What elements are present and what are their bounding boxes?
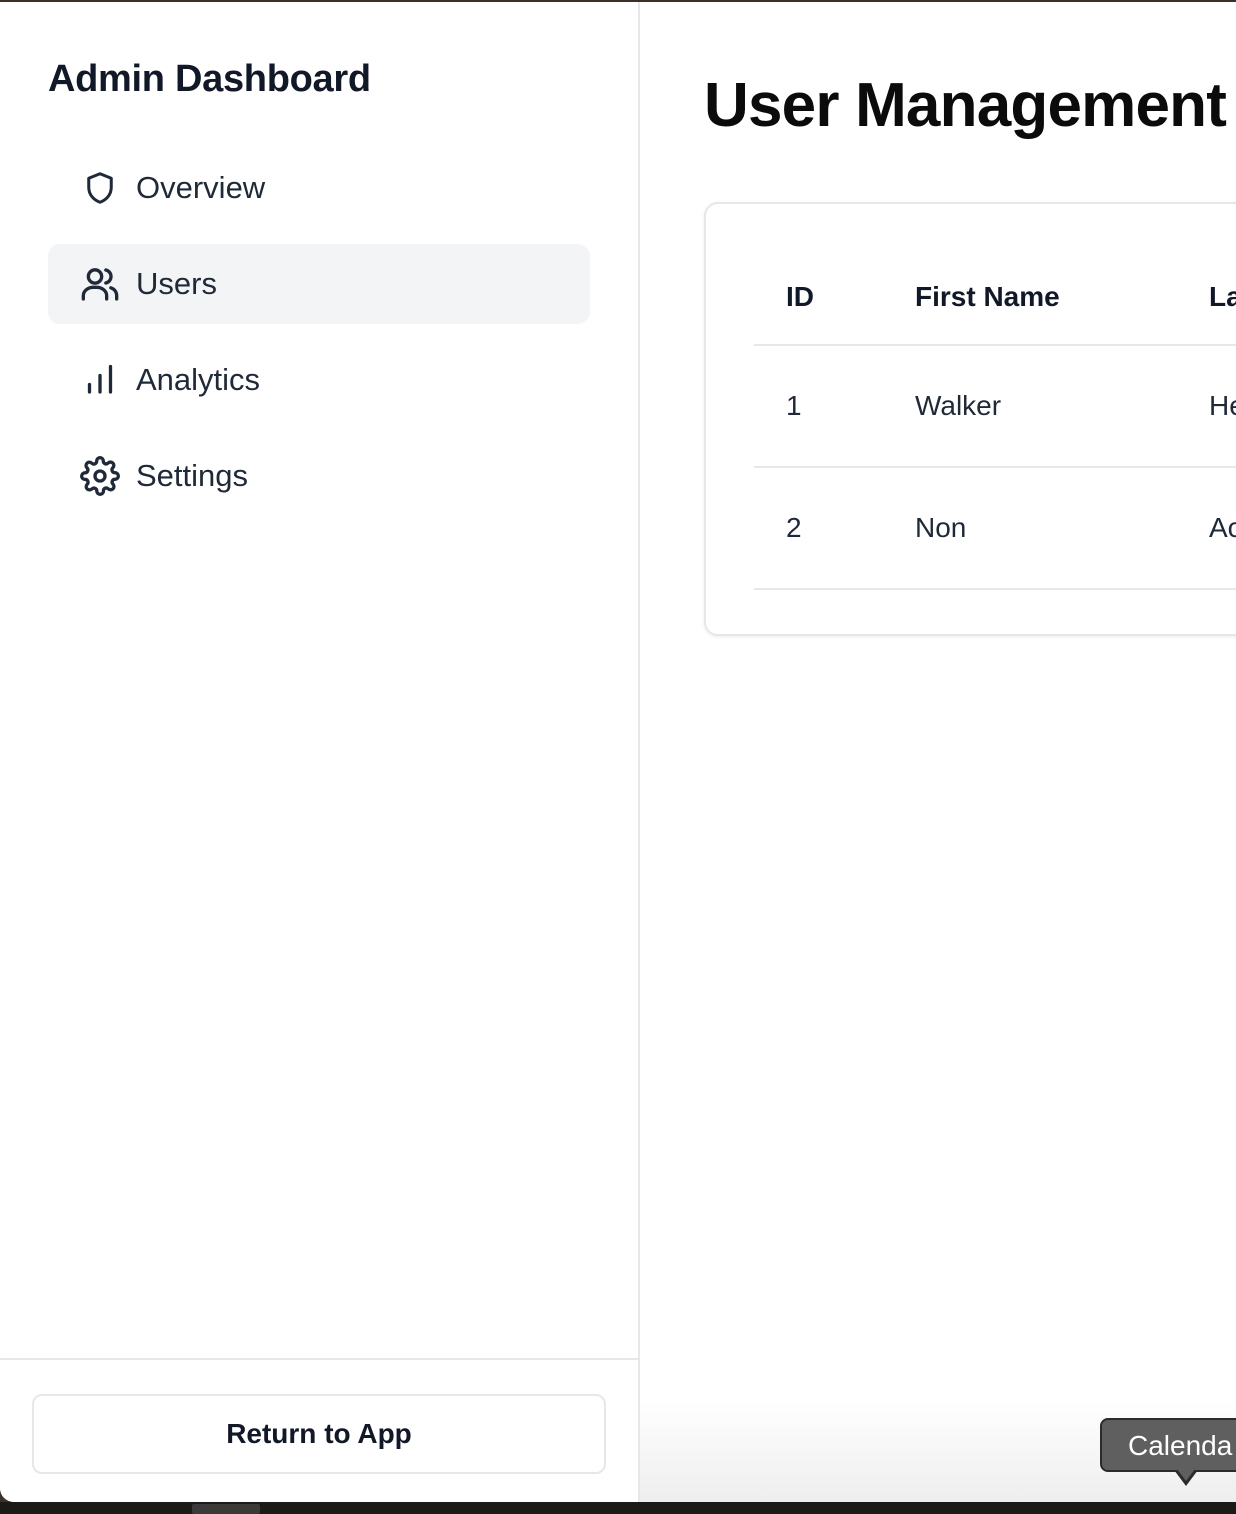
- column-header-last-name[interactable]: La: [1177, 250, 1236, 346]
- bar-chart-icon: [80, 360, 120, 400]
- cell-last-name: Ac: [1177, 467, 1236, 590]
- sidebar-item-label: Analytics: [136, 362, 261, 397]
- users-table: ID First Name La 1 Walker He 2 Non Ac: [754, 250, 1236, 590]
- sidebar: Admin Dashboard Overview Users Analytics…: [0, 2, 640, 1502]
- cell-first-name: Walker: [883, 345, 1177, 468]
- cell-id: 2: [754, 467, 883, 590]
- sidebar-item-label: Users: [136, 266, 217, 301]
- cell-first-name: Non: [883, 467, 1177, 590]
- sidebar-nav: Overview Users Analytics Settings: [48, 148, 590, 532]
- dock-item[interactable]: [192, 1504, 260, 1514]
- tooltip-arrow-fill: [1177, 1469, 1195, 1481]
- sidebar-item-users[interactable]: Users: [48, 244, 590, 324]
- sidebar-item-overview[interactable]: Overview: [48, 148, 590, 228]
- users-table-card: ID First Name La 1 Walker He 2 Non Ac: [704, 202, 1236, 636]
- dock-strip: [0, 1502, 1236, 1514]
- dock-tooltip: Calenda: [1100, 1418, 1236, 1472]
- column-header-id[interactable]: ID: [754, 250, 883, 346]
- sidebar-item-label: Settings: [136, 458, 249, 493]
- column-header-first-name[interactable]: First Name: [883, 250, 1177, 346]
- shield-icon: [80, 168, 120, 208]
- app-window: Admin Dashboard Overview Users Analytics…: [0, 2, 1236, 1502]
- main-content: User Management ID First Name La 1 Walke…: [640, 2, 1236, 1502]
- sidebar-item-label: Overview: [136, 170, 266, 205]
- page-title: User Management: [704, 71, 1227, 140]
- cell-last-name: He: [1177, 345, 1236, 468]
- table-row[interactable]: 2 Non Ac: [754, 467, 1236, 590]
- sidebar-footer: Return to App: [0, 1358, 638, 1502]
- table-header-row: ID First Name La: [754, 250, 1236, 346]
- users-icon: [80, 264, 120, 304]
- return-to-app-button[interactable]: Return to App: [32, 1394, 606, 1474]
- brand-title: Admin Dashboard: [48, 58, 371, 100]
- table-row[interactable]: 1 Walker He: [754, 345, 1236, 468]
- gear-icon: [80, 456, 120, 496]
- sidebar-item-analytics[interactable]: Analytics: [48, 340, 590, 420]
- sidebar-item-settings[interactable]: Settings: [48, 436, 590, 516]
- cell-id: 1: [754, 345, 883, 468]
